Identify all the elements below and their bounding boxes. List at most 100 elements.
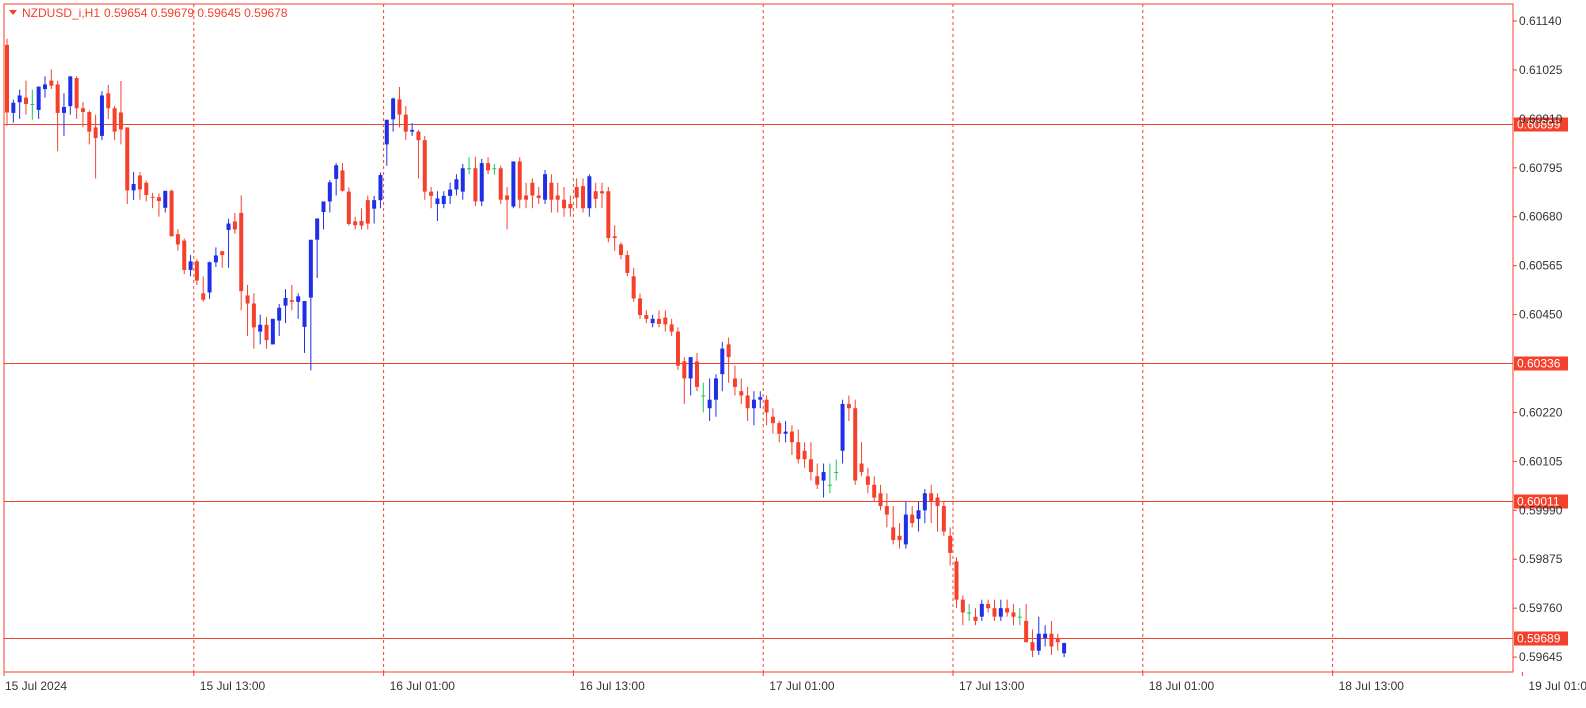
candle-body (454, 179, 459, 190)
candle-body (68, 76, 73, 107)
x-tick-label: 18 Jul 13:00 (1339, 679, 1405, 693)
candle (498, 165, 503, 204)
candle-body (42, 84, 47, 90)
candle-body (555, 195, 560, 200)
candle-body (137, 175, 142, 190)
candle-body (713, 378, 718, 400)
candle-body (827, 484, 832, 486)
candle-body (891, 527, 896, 541)
x-tick-label: 17 Jul 01:00 (769, 679, 835, 693)
candle-body (80, 108, 85, 113)
candle-body (410, 129, 415, 132)
candle-body (505, 195, 510, 200)
candle-body (372, 200, 377, 209)
candle (941, 501, 946, 536)
candle-body (960, 599, 965, 613)
candle-body (403, 114, 408, 132)
candle-body (530, 182, 535, 196)
candle-body (201, 293, 206, 300)
candle-body (264, 324, 269, 341)
candle-body (353, 221, 358, 226)
ohlc-values: 0.59654 0.59679 0.59645 0.59678 (104, 6, 288, 20)
candle-body (549, 182, 554, 200)
candle-body (163, 190, 168, 208)
candle-body (574, 186, 579, 198)
candle-body (631, 276, 636, 299)
y-tick-label: 0.60105 (1519, 454, 1563, 468)
candle-body (979, 603, 984, 617)
candle-body (334, 165, 339, 179)
candle-body (17, 95, 22, 103)
candle-body (973, 616, 978, 621)
candle-body (1024, 620, 1029, 643)
candle-body (30, 103, 35, 105)
y-tick-label: 0.60450 (1519, 308, 1563, 322)
candle-body (359, 220, 364, 226)
candle-body (986, 603, 991, 609)
candle-body (878, 493, 883, 507)
candle-body (321, 201, 326, 213)
candle-body (61, 106, 66, 113)
candle (99, 91, 104, 141)
candle-body (106, 93, 111, 109)
candle (479, 158, 484, 207)
candle-body (365, 200, 370, 224)
candle-body (625, 255, 630, 273)
candle (675, 327, 680, 370)
candle-body (226, 223, 231, 230)
y-tick-label: 0.60680 (1519, 210, 1563, 224)
candle-body (846, 403, 851, 409)
candle-body (1030, 642, 1035, 651)
candle-body (473, 168, 478, 202)
candle-body (644, 315, 649, 319)
candle-body (156, 197, 161, 201)
candle-body (612, 236, 617, 239)
candle-body (859, 463, 864, 473)
x-tick-label: 16 Jul 13:00 (579, 679, 645, 693)
candle-body (688, 357, 693, 379)
y-tick-label: 0.59760 (1519, 601, 1563, 615)
y-tick-label: 0.60220 (1519, 405, 1563, 419)
candle-body (296, 296, 301, 302)
candle-body (732, 378, 737, 387)
candle-body (277, 307, 282, 321)
price-chart[interactable]: 0.608990.603360.600110.59689 0.611400.61… (0, 0, 1586, 708)
candle (606, 186, 611, 243)
candle-body (49, 80, 54, 86)
candle-body (872, 484, 877, 498)
candle-body (239, 212, 244, 292)
candle-body (821, 472, 826, 481)
candle (511, 161, 516, 209)
candle-body (188, 261, 193, 270)
candle-body (258, 324, 263, 332)
candle-body (517, 161, 522, 200)
y-tick-label: 0.59875 (1519, 552, 1563, 566)
candle-body (815, 476, 820, 485)
candle (182, 238, 187, 275)
candle-body (1005, 608, 1010, 613)
candle-body (992, 608, 997, 617)
candle-body (1055, 637, 1060, 643)
candle-body (448, 189, 453, 196)
candle-body (536, 195, 541, 199)
y-tick-label: 0.59990 (1519, 503, 1563, 517)
candle-body (796, 442, 801, 460)
x-axis: 15 Jul 2024 15 Jul 13:00 16 Jul 01:00 16 Ju… (3, 672, 1586, 693)
candle-body (1011, 612, 1016, 617)
y-axis: 0.61140 0.61025 0.60910 0.60795 0.60680 0.605… (1513, 14, 1563, 664)
x-tick-label: 15 Jul 2024 (5, 679, 67, 693)
candle-body (568, 203, 573, 209)
candle-body (1049, 633, 1054, 647)
candle-body (745, 395, 750, 409)
candle-body (543, 174, 548, 200)
candle-body (429, 191, 434, 196)
candle-body (675, 331, 680, 366)
candle-body (441, 195, 446, 204)
candle-body (36, 86, 41, 110)
y-tick-label: 0.60565 (1519, 259, 1563, 273)
candle-body (663, 317, 668, 325)
candle (346, 187, 351, 226)
candle-body (1036, 633, 1041, 651)
candle-body (220, 251, 225, 256)
candle-body (99, 95, 104, 136)
